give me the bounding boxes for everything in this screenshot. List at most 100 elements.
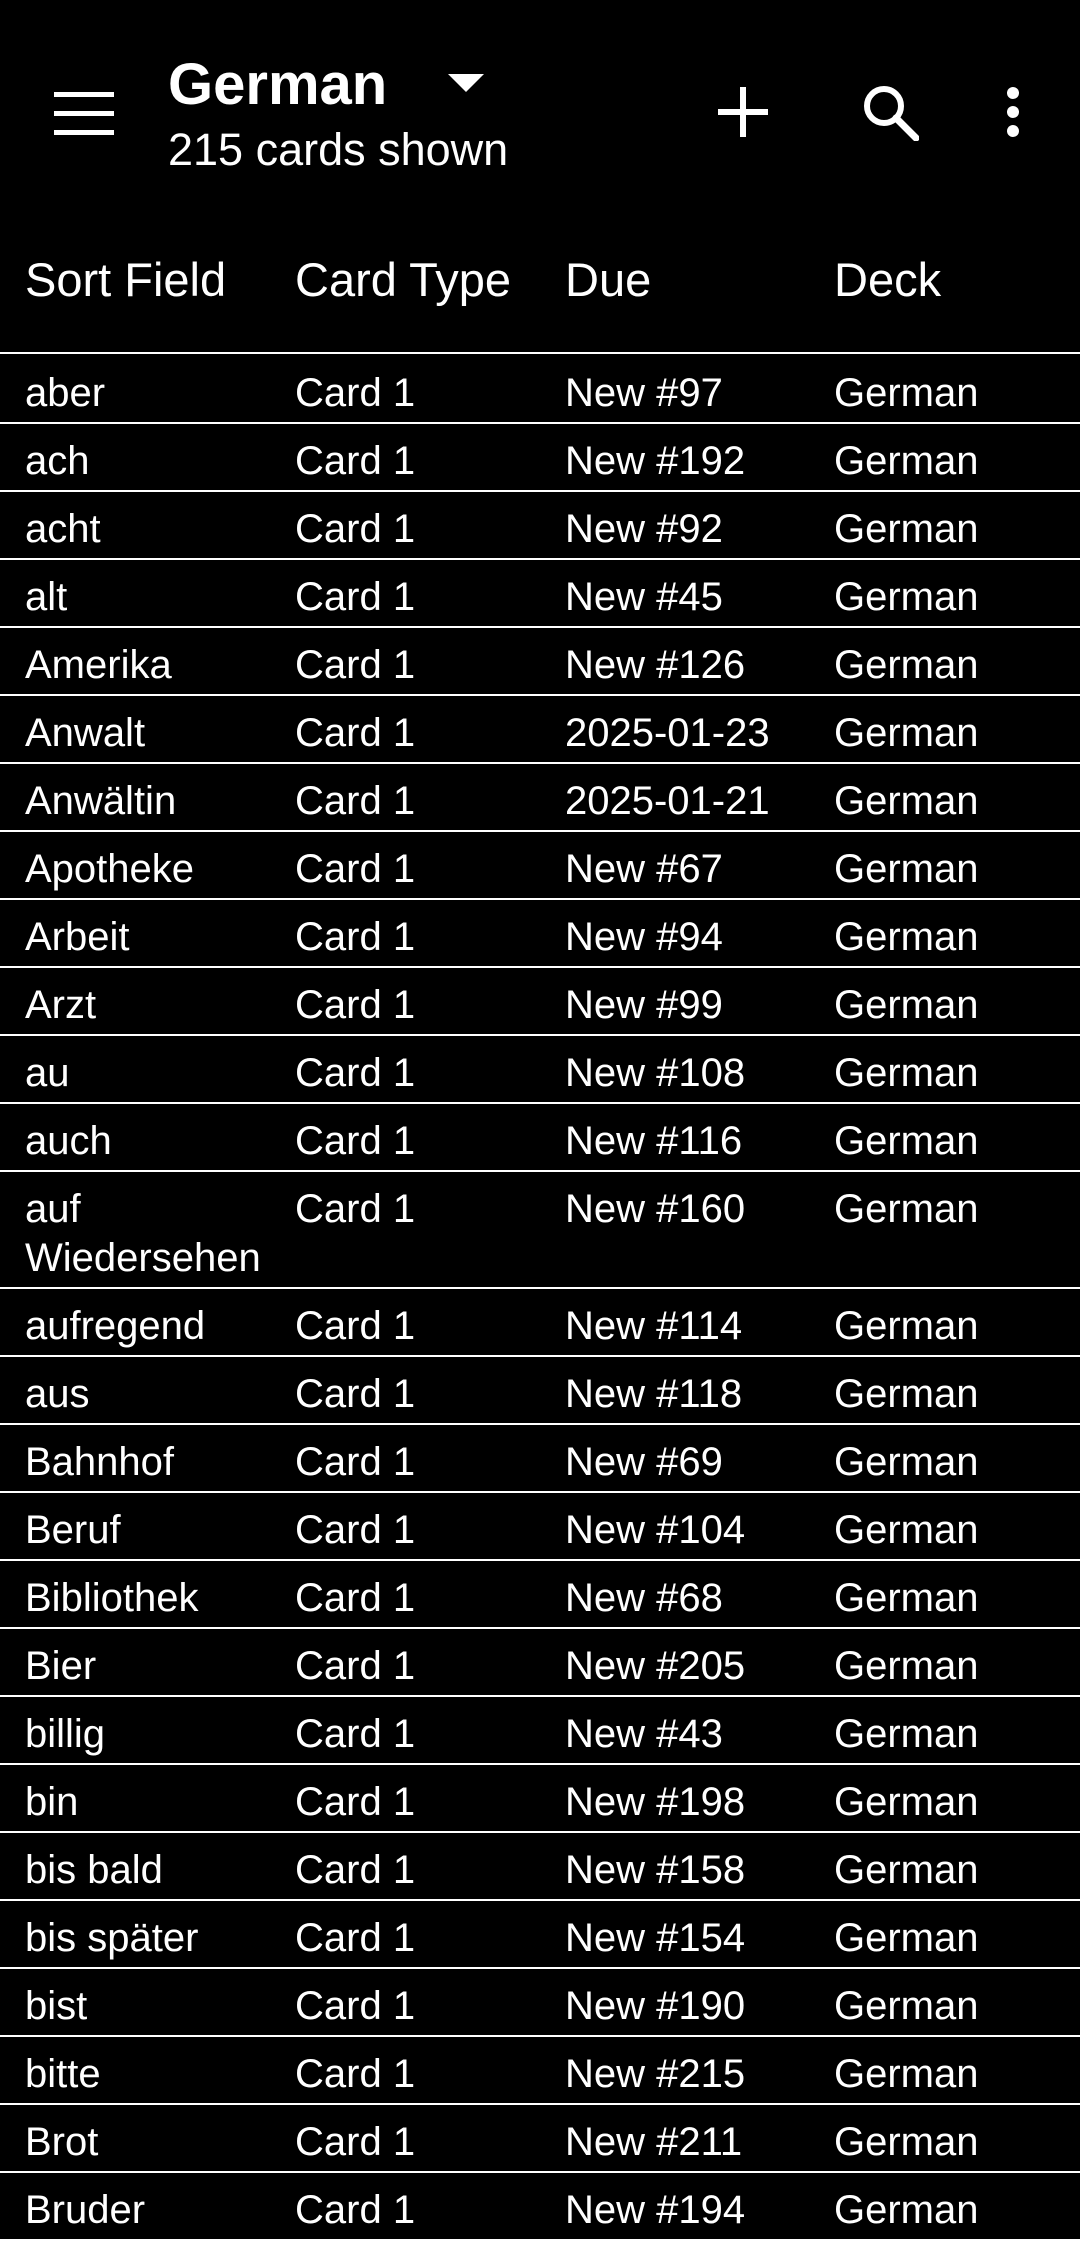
table-row[interactable]: bin Card 1 New #198 German: [0, 1765, 1080, 1833]
table-row[interactable]: alt Card 1 New #45 German: [0, 560, 1080, 628]
deck-cell: German: [834, 2120, 979, 2164]
table-row[interactable]: Anwalt Card 1 2025-01-23 German: [0, 696, 1080, 764]
card-type-cell: Card 1: [295, 1916, 416, 1960]
table-row[interactable]: Bibliothek Card 1 New #68 German: [0, 1561, 1080, 1629]
sort-field-cell: au: [25, 1051, 70, 1095]
deck-cell: German: [834, 1780, 979, 1824]
column-header-due[interactable]: Due: [565, 250, 651, 310]
table-row[interactable]: Beruf Card 1 New #104 German: [0, 1493, 1080, 1561]
due-cell: New #99: [565, 983, 723, 1027]
due-cell: New #108: [565, 1051, 746, 1095]
column-header-deck[interactable]: Deck: [834, 250, 941, 310]
card-type-cell: Card 1: [295, 1848, 416, 1892]
deck-cell: German: [834, 643, 979, 687]
deck-selector[interactable]: German 215 cards shown: [168, 52, 548, 182]
table-row[interactable]: Apotheke Card 1 New #67 German: [0, 832, 1080, 900]
card-type-cell: Card 1: [295, 1712, 416, 1756]
sort-field-cell: aber: [25, 371, 106, 415]
deck-cell: German: [834, 779, 979, 823]
card-type-cell: Card 1: [295, 711, 416, 755]
vertical-ellipsis-icon[interactable]: [988, 68, 1038, 156]
card-type-cell: Card 1: [295, 983, 416, 1027]
card-type-cell: Card 1: [295, 2120, 416, 2164]
table-row[interactable]: aufregend Card 1 New #114 German: [0, 1289, 1080, 1357]
card-type-cell: Card 1: [295, 371, 416, 415]
due-cell: New #69: [565, 1440, 723, 1484]
table-row[interactable]: Amerika Card 1 New #126 German: [0, 628, 1080, 696]
table-row[interactable]: Arbeit Card 1 New #94 German: [0, 900, 1080, 968]
table-row[interactable]: aus Card 1 New #118 German: [0, 1357, 1080, 1425]
sort-field-cell: billig: [25, 1712, 106, 1756]
sort-field-cell: Bibliothek: [25, 1576, 199, 1620]
sort-field-cell: Brot: [25, 2120, 99, 2164]
table-row[interactable]: auch Card 1 New #116 German: [0, 1104, 1080, 1172]
table-row[interactable]: Bier Card 1 New #205 German: [0, 1629, 1080, 1697]
sort-field-cell: bin: [25, 1780, 79, 1824]
table-row[interactable]: ach Card 1 New #192 German: [0, 424, 1080, 492]
sort-field-cell: alt: [25, 575, 68, 619]
sort-field-cell: bist: [25, 1984, 88, 2028]
sort-field-cell: Arbeit: [25, 915, 130, 959]
card-type-cell: Card 1: [295, 1508, 416, 1552]
deck-cell: German: [834, 1051, 979, 1095]
magnifier-icon[interactable]: [846, 68, 934, 156]
due-cell: New #205: [565, 1644, 746, 1688]
table-row[interactable]: Brot Card 1 New #211 German: [0, 2105, 1080, 2173]
sort-field-cell: Arzt: [25, 983, 97, 1027]
sort-field-cell: Amerika: [25, 643, 172, 687]
due-cell: New #104: [565, 1508, 746, 1552]
due-cell: New #154: [565, 1916, 746, 1960]
deck-cell: German: [834, 2188, 979, 2232]
table-row[interactable]: bitte Card 1 New #215 German: [0, 2037, 1080, 2105]
deck-cell: German: [834, 1644, 979, 1688]
deck-cell: German: [834, 1508, 979, 1552]
table-row[interactable]: Anwältin Card 1 2025-01-21 German: [0, 764, 1080, 832]
card-type-cell: Card 1: [295, 575, 416, 619]
due-cell: New #198: [565, 1780, 746, 1824]
table-row[interactable]: Bahnhof Card 1 New #69 German: [0, 1425, 1080, 1493]
due-cell: New #92: [565, 507, 723, 551]
table-row[interactable]: au Card 1 New #108 German: [0, 1036, 1080, 1104]
card-type-cell: Card 1: [295, 847, 416, 891]
table-row[interactable]: bist Card 1 New #190 German: [0, 1969, 1080, 2037]
table-row[interactable]: billig Card 1 New #43 German: [0, 1697, 1080, 1765]
sort-field-cell: auf Wiedersehen: [25, 1187, 261, 1280]
table-row[interactable]: aber Card 1 New #97 German: [0, 356, 1080, 424]
sort-field-cell: Apotheke: [25, 847, 195, 891]
hamburger-menu-icon[interactable]: [40, 70, 128, 158]
card-type-cell: Card 1: [295, 1576, 416, 1620]
column-header-card-type[interactable]: Card Type: [295, 250, 511, 310]
table-row[interactable]: auf Wiedersehen Card 1 New #160 German: [0, 1172, 1080, 1289]
sort-field-cell: bis später: [25, 1916, 199, 1960]
card-type-cell: Card 1: [295, 439, 416, 483]
deck-title: German: [168, 52, 388, 117]
column-header-sort-field[interactable]: Sort Field: [25, 250, 226, 310]
sort-field-cell: acht: [25, 507, 101, 551]
table-header: Sort Field Card Type Due Deck: [0, 200, 1080, 354]
due-cell: New #194: [565, 2188, 746, 2232]
table-row[interactable]: Bruder Card 1 New #194 German: [0, 2173, 1080, 2241]
due-cell: New #215: [565, 2052, 746, 2096]
table-row[interactable]: bis bald Card 1 New #158 German: [0, 1833, 1080, 1901]
sort-field-cell: Bier: [25, 1644, 97, 1688]
deck-cell: German: [834, 1712, 979, 1756]
deck-cell: German: [834, 983, 979, 1027]
deck-cell: German: [834, 915, 979, 959]
deck-cell: German: [834, 1848, 979, 1892]
due-cell: New #211: [565, 2120, 743, 2164]
card-type-cell: Card 1: [295, 1644, 416, 1688]
table-row[interactable]: bis später Card 1 New #154 German: [0, 1901, 1080, 1969]
due-cell: New #158: [565, 1848, 746, 1892]
deck-cell: German: [834, 1119, 979, 1163]
deck-cell: German: [834, 1440, 979, 1484]
due-cell: New #43: [565, 1712, 723, 1756]
sort-field-cell: Bahnhof: [25, 1440, 175, 1484]
caret-down-icon: [448, 74, 484, 94]
sort-field-cell: Bruder: [25, 2188, 146, 2232]
table-row[interactable]: acht Card 1 New #92 German: [0, 492, 1080, 560]
sort-field-cell: aus: [25, 1372, 90, 1416]
table-row[interactable]: Arzt Card 1 New #99 German: [0, 968, 1080, 1036]
plus-icon[interactable]: [706, 68, 780, 156]
cards-shown-count: 215 cards shown: [168, 124, 509, 175]
due-cell: New #126: [565, 643, 746, 687]
